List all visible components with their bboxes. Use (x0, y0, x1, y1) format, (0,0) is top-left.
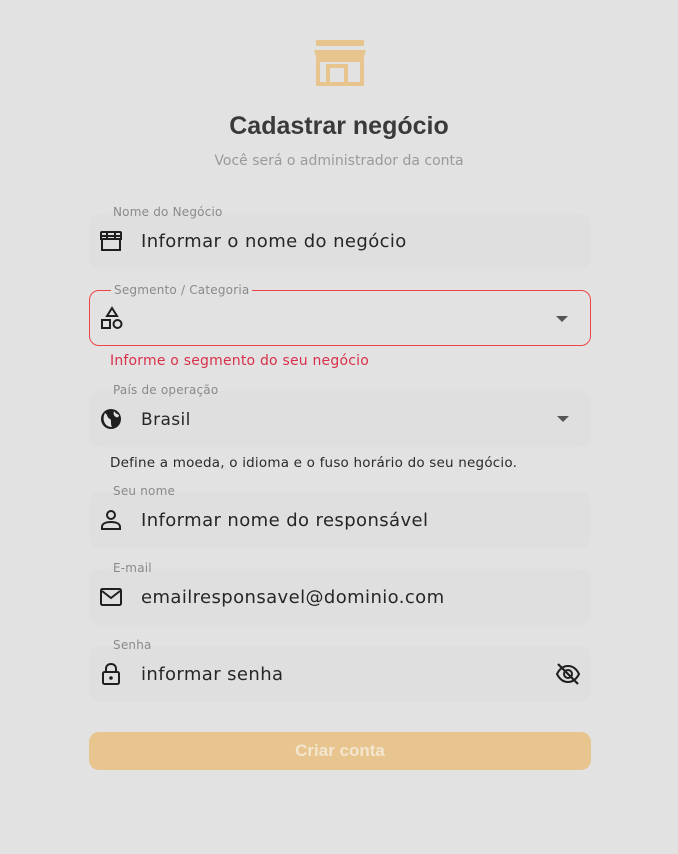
email-label: E-mail (113, 561, 152, 575)
storefront-logo-icon (314, 40, 366, 86)
email-input[interactable]: emailresponsavel@dominio.com (141, 587, 445, 608)
email-field[interactable]: E-mail emailresponsavel@dominio.com (89, 561, 591, 625)
business-name-input[interactable]: Informar o nome do negócio (141, 231, 407, 252)
mail-icon (100, 588, 122, 606)
country-label: País de operação (113, 383, 219, 397)
segment-select[interactable]: Segmento / Categoria (89, 283, 591, 346)
segment-error-text: Informe o segmento do seu negócio (110, 353, 369, 369)
business-name-field[interactable]: Nome do Negócio Informar o nome do negóc… (89, 205, 591, 269)
globe-icon (101, 409, 121, 429)
responsible-name-input[interactable]: Informar nome do responsável (141, 510, 428, 531)
country-select[interactable]: País de operação Brasil (89, 383, 591, 447)
country-helper-text: Define a moeda, o idioma e o fuso horári… (110, 455, 518, 471)
responsible-name-field[interactable]: Seu nome Informar nome do responsável (89, 484, 591, 548)
page-title: Cadastrar negócio (229, 112, 449, 140)
password-input[interactable]: informar senha (141, 664, 283, 685)
storefront-icon (100, 231, 122, 251)
responsible-name-label: Seu nome (113, 484, 176, 498)
segment-label: Segmento / Categoria (111, 283, 253, 297)
lock-icon (102, 662, 120, 685)
country-value: Brasil (141, 410, 191, 430)
chevron-down-icon[interactable] (556, 316, 568, 322)
create-account-button[interactable]: Criar conta (89, 732, 591, 770)
password-field[interactable]: Senha informar senha (89, 638, 591, 702)
business-name-label: Nome do Negócio (113, 205, 223, 219)
eye-off-icon[interactable] (555, 662, 581, 686)
person-icon (101, 510, 121, 530)
password-label: Senha (113, 638, 152, 652)
chevron-down-icon[interactable] (557, 416, 569, 422)
page-subtitle: Você será o administrador da conta (214, 153, 464, 169)
category-shapes-icon (101, 306, 123, 329)
